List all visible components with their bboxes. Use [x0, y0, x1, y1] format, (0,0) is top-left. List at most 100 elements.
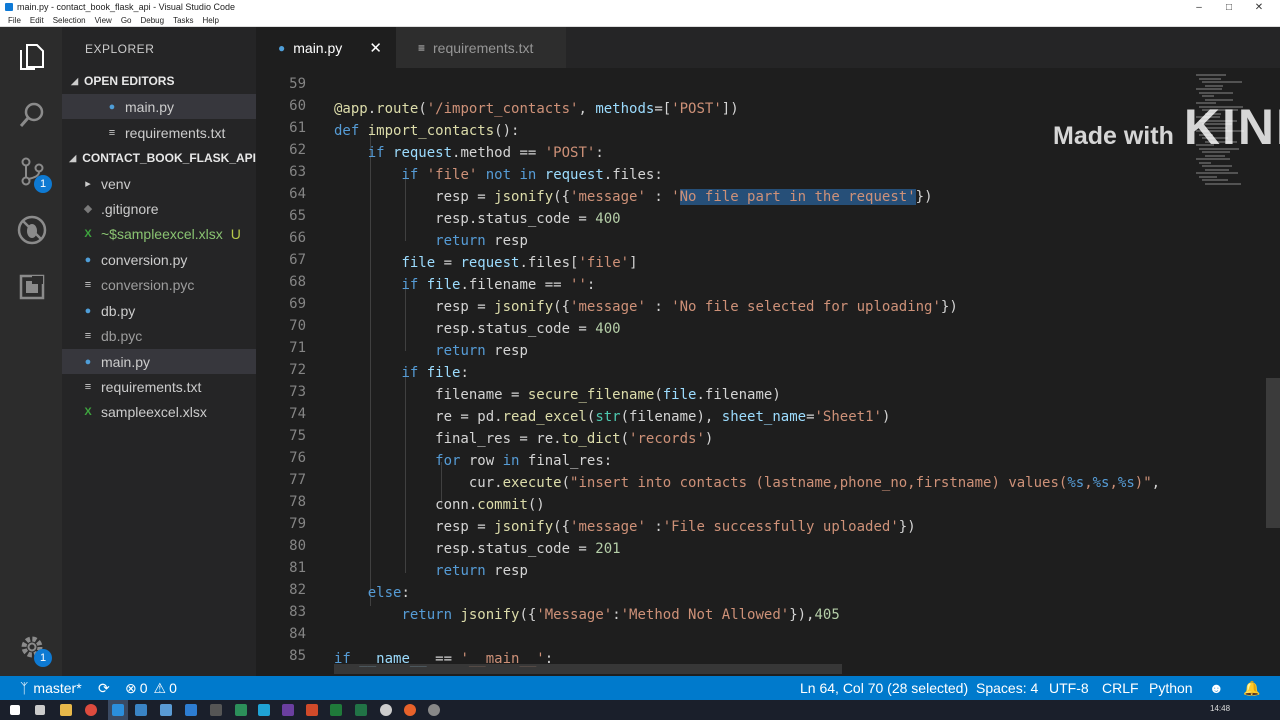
indentation[interactable]: Spaces: 4 — [976, 676, 1038, 700]
code-line-79: resp = jsonify({'message' :'File success… — [334, 519, 916, 535]
close-window-button[interactable]: ✕ — [1244, 0, 1274, 14]
extensions-icon[interactable] — [16, 271, 48, 303]
menu-go[interactable]: Go — [121, 16, 132, 25]
maximize-button[interactable]: □ — [1214, 0, 1244, 14]
minimap-line — [1196, 172, 1238, 174]
taskbar-app-icon[interactable] — [380, 704, 392, 716]
taskbar-app-icon[interactable] — [330, 704, 342, 716]
horizontal-scrollbar[interactable] — [334, 664, 842, 674]
git-branch[interactable]: ᛉ master* — [20, 676, 82, 700]
open-editor-main-py[interactable]: ● main.py — [62, 94, 256, 119]
code-line-70: resp.status_code = 400 — [334, 321, 621, 337]
chrome-icon[interactable] — [85, 704, 97, 716]
encoding[interactable]: UTF-8 — [1049, 676, 1089, 700]
selected-text: No file part in the request' — [679, 189, 916, 205]
task-view-icon[interactable] — [35, 705, 45, 715]
taskbar-app-icon[interactable] — [210, 704, 222, 716]
feedback-smiley-icon[interactable]: ☻ — [1209, 676, 1224, 700]
code-line-60: @app.route('/import_contacts', methods=[… — [334, 101, 739, 117]
file-db-pyc[interactable]: ≡ db.pyc — [62, 323, 256, 348]
python-icon: ● — [278, 40, 286, 55]
taskbar-app-icon[interactable] — [135, 704, 147, 716]
python-icon: ● — [84, 355, 92, 368]
code-editor[interactable]: 59 60 61 62 63 64 65 66 67 68 69 70 71 72 73 74 75 76 77 78… — [256, 68, 1280, 676]
vscode-taskbar-icon[interactable] — [112, 704, 124, 716]
line-number: 65 — [289, 208, 306, 224]
menu-bar: File Edit Selection View Go Debug Tasks … — [0, 14, 1280, 27]
file-temp-sampleexcel[interactable]: X ~$sampleexcel.xlsx U — [62, 221, 256, 246]
error-icon: ⊗ — [125, 679, 137, 696]
taskbar-app-icon[interactable] — [306, 704, 318, 716]
explorer-sidebar: EXPLORER ◢ OPEN EDITORS ● main.py ≡ requ… — [62, 27, 256, 676]
taskbar-app-icon[interactable] — [185, 704, 197, 716]
git-branch-icon: ᛉ — [20, 680, 29, 696]
kinemaster-watermark: Made with KINEMASTER — [1053, 98, 1280, 156]
line-number: 72 — [289, 362, 306, 378]
menu-file[interactable]: File — [8, 16, 21, 25]
python-icon: ● — [84, 253, 92, 266]
taskbar-app-icon[interactable] — [258, 704, 270, 716]
warning-icon: ⚠ — [153, 679, 167, 696]
minimap-line — [1202, 179, 1228, 181]
menu-view[interactable]: View — [95, 16, 112, 25]
minimize-button[interactable]: – — [1184, 0, 1214, 14]
menu-edit[interactable]: Edit — [30, 16, 44, 25]
tab-requirements-txt[interactable]: ≡ requirements.txt — [396, 27, 566, 68]
line-number: 60 — [289, 98, 306, 114]
taskbar-app-icon[interactable] — [235, 704, 247, 716]
file-main-py[interactable]: ● main.py — [62, 349, 256, 374]
file-conversion-py[interactable]: ● conversion.py — [62, 247, 256, 272]
folder-venv[interactable]: ▸ venv — [62, 171, 256, 196]
code-line-80: resp.status_code = 201 — [334, 541, 621, 557]
problems-indicator[interactable]: ⊗ 0 ⚠ 0 — [125, 676, 177, 700]
language-mode[interactable]: Python — [1149, 676, 1193, 700]
taskbar-app-icon[interactable] — [428, 704, 440, 716]
close-tab-icon[interactable]: ✕ — [369, 39, 382, 57]
taskbar-excel-icon[interactable] — [355, 704, 367, 716]
file-db-py[interactable]: ● db.py — [62, 298, 256, 323]
code-line-82: else: — [367, 585, 410, 601]
code-line-73: filename = secure_filename(file.filename… — [334, 387, 781, 403]
explorer-title: EXPLORER — [85, 42, 155, 56]
vertical-scrollbar[interactable] — [1266, 378, 1280, 528]
taskbar-app-icon[interactable] — [160, 704, 172, 716]
code-line-64: resp = jsonify({'message' : 'No file par… — [334, 189, 933, 205]
line-ending[interactable]: CRLF — [1102, 676, 1139, 700]
minimap-line — [1196, 74, 1226, 76]
collapse-triangle-icon: ◢ — [69, 152, 77, 163]
file-conversion-pyc[interactable]: ≡ conversion.pyc — [62, 272, 256, 297]
open-editor-requirements[interactable]: ≡ requirements.txt — [62, 120, 256, 145]
python-icon: ● — [108, 100, 116, 113]
file-explorer-icon[interactable] — [60, 704, 72, 716]
open-editors-header[interactable]: ◢ OPEN EDITORS — [62, 70, 256, 92]
menu-selection[interactable]: Selection — [53, 16, 86, 25]
taskbar-app-icon[interactable] — [404, 704, 416, 716]
project-folder-header[interactable]: ◢ CONTACT_BOOK_FLASK_API — [62, 147, 256, 169]
line-number: 80 — [289, 538, 306, 554]
tab-main-py[interactable]: ● main.py ✕ — [256, 27, 396, 68]
code-area[interactable]: @app.route('/import_contacts', methods=[… — [334, 68, 1199, 676]
excel-icon: X — [84, 405, 92, 418]
menu-help[interactable]: Help — [203, 16, 219, 25]
code-line-63: if 'file' not in request.files: — [401, 167, 663, 183]
sync-button[interactable]: ⟳ — [98, 676, 110, 700]
menu-debug[interactable]: Debug — [140, 16, 164, 25]
taskbar-app-icon[interactable] — [282, 704, 294, 716]
excel-icon: X — [84, 227, 92, 240]
debug-icon[interactable] — [16, 214, 48, 246]
code-line-69: resp = jsonify({'message' : 'No file sel… — [334, 299, 958, 315]
code-line-78: conn.commit() — [334, 497, 545, 513]
chevron-right-icon: ▸ — [85, 178, 91, 190]
file-gitignore[interactable]: ◆ .gitignore — [62, 196, 256, 221]
search-icon[interactable] — [16, 99, 48, 131]
windows-taskbar: 14:48 — [0, 700, 1280, 720]
code-line-72: if file: — [401, 365, 469, 381]
line-number: 61 — [289, 120, 306, 136]
file-sampleexcel[interactable]: X sampleexcel.xlsx — [62, 399, 256, 424]
explorer-files-icon[interactable] — [16, 41, 48, 73]
file-requirements-txt[interactable]: ≡ requirements.txt — [62, 374, 256, 399]
cursor-position[interactable]: Ln 64, Col 70 (28 selected) — [800, 676, 968, 700]
menu-tasks[interactable]: Tasks — [173, 16, 193, 25]
notifications-bell-icon[interactable]: 🔔 — [1243, 676, 1260, 700]
windows-start-icon[interactable] — [10, 705, 20, 715]
